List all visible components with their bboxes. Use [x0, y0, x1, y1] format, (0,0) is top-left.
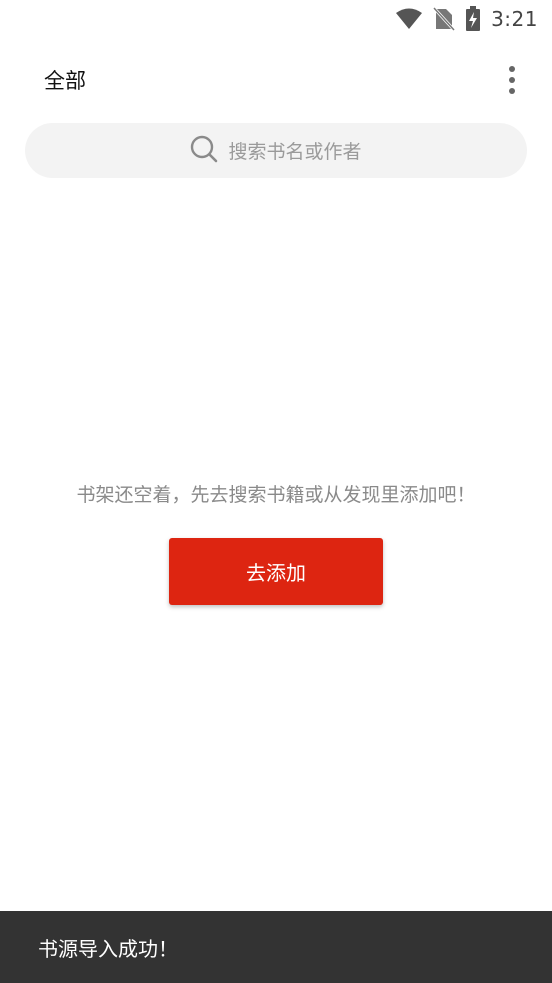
status-time: 3:21 — [491, 7, 538, 31]
top-bar: 全部 — [0, 52, 552, 108]
search-icon — [190, 135, 218, 167]
snackbar-message: 书源导入成功！ — [38, 936, 178, 961]
bookshelf-screen: 3:21 全部 搜索书名或作者 书架还空着，先去搜索书籍或从发现里添加吧！ 去添… — [0, 0, 552, 983]
more-vert-icon-dot — [509, 88, 515, 94]
more-options-button[interactable] — [494, 58, 530, 102]
search-input[interactable]: 搜索书名或作者 — [25, 123, 527, 178]
add-books-button[interactable]: 去添加 — [169, 538, 383, 605]
empty-state-message: 书架还空着，先去搜索书籍或从发现里添加吧！ — [76, 484, 476, 506]
no-sim-icon — [433, 7, 456, 31]
snackbar: 书源导入成功！ — [0, 911, 552, 983]
wifi-icon — [395, 8, 423, 30]
status-bar: 3:21 — [0, 0, 552, 38]
page-title[interactable]: 全部 — [44, 65, 86, 95]
battery-charging-icon — [465, 6, 481, 32]
more-vert-icon — [509, 66, 515, 72]
more-vert-icon-dot — [509, 77, 515, 83]
search-placeholder: 搜索书名或作者 — [228, 141, 362, 163]
